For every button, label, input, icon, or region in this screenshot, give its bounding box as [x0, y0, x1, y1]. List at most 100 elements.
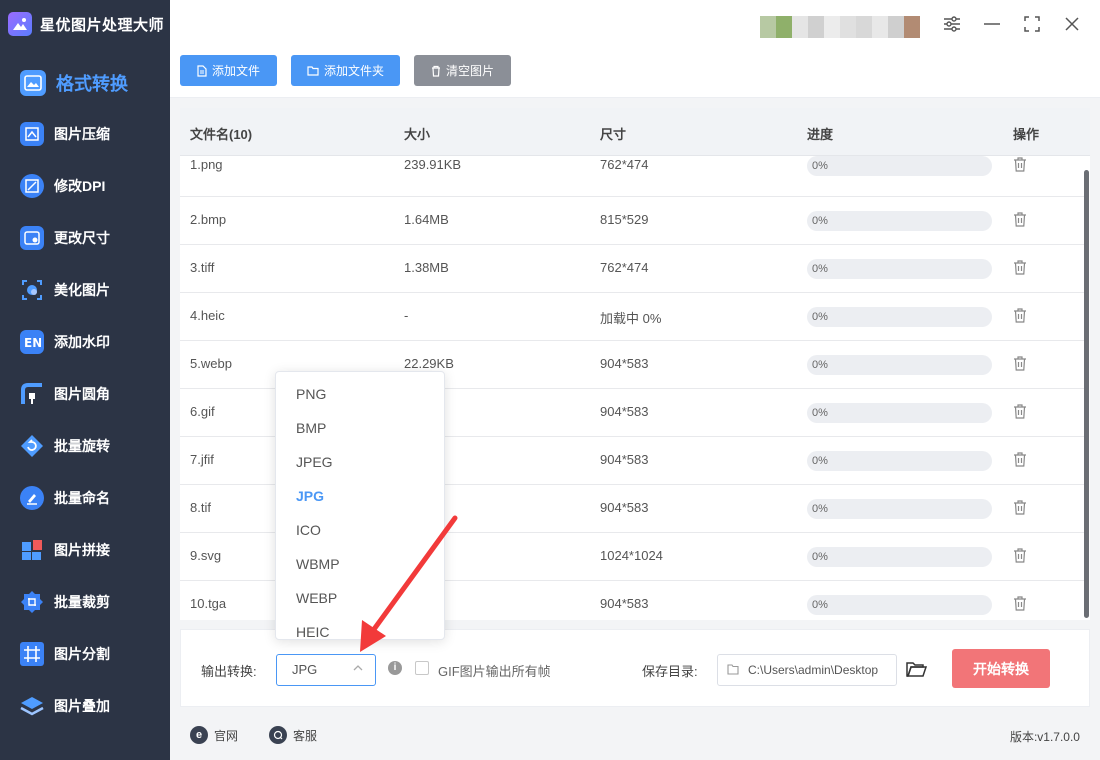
header-action: 操作	[1013, 127, 1040, 142]
cell-dimensions: 1024*1024	[600, 548, 663, 563]
close-icon[interactable]	[1060, 12, 1084, 36]
sidebar-item-resize[interactable]: 更改尺寸	[0, 212, 170, 264]
cell-filename: 10.tga	[190, 596, 227, 611]
cell-filename: 7.jfif	[190, 452, 214, 467]
sidebar-item-crop[interactable]: 批量裁剪	[0, 576, 170, 628]
header-filename: 文件名(10)	[190, 127, 253, 142]
sidebar-item-beautify[interactable]: 美化图片	[0, 264, 170, 316]
delete-icon[interactable]	[1013, 595, 1027, 611]
table-row[interactable]: 4.heic - 加载中 0% 0%	[180, 293, 1086, 341]
cell-filename: 8.tif	[190, 500, 211, 515]
save-dir-input[interactable]: C:\Users\admin\Desktop	[717, 654, 897, 686]
sidebar-item-label: 美化图片	[54, 282, 110, 298]
table-row[interactable]: 2.bmp 1.64MB 815*529 0%	[180, 197, 1086, 245]
progress-bar: 0%	[807, 307, 992, 327]
dropdown-option[interactable]: WBMP	[296, 556, 340, 572]
delete-icon[interactable]	[1013, 156, 1027, 172]
support-link[interactable]: 客服	[269, 726, 317, 744]
delete-icon[interactable]	[1013, 451, 1027, 467]
delete-icon[interactable]	[1013, 307, 1027, 323]
sidebar-item-label: 更改尺寸	[54, 230, 110, 246]
sidebar-item-label: 批量旋转	[54, 438, 110, 454]
dropdown-option[interactable]: JPG	[296, 488, 324, 504]
info-icon[interactable]: i	[388, 661, 402, 675]
cell-size: 22.29KB	[404, 356, 454, 371]
header-size: 大小	[404, 127, 431, 142]
rename-icon	[20, 486, 44, 510]
cell-size: 1.64MB	[404, 212, 449, 227]
add-folder-button[interactable]: 添加文件夹	[291, 55, 400, 86]
save-dir-label: 保存目录:	[642, 664, 698, 679]
progress-bar: 0%	[807, 547, 992, 567]
toolbar: 添加文件 添加文件夹 清空图片	[170, 48, 1100, 98]
dropdown-option[interactable]: ICO	[296, 522, 321, 538]
sidebar-item-split[interactable]: 图片分割	[0, 628, 170, 680]
website-label: 官网	[214, 728, 239, 743]
cell-size: -	[404, 308, 409, 323]
save-dir-value: C:\Users\admin\Desktop	[748, 663, 879, 677]
layers-icon	[20, 694, 44, 718]
image-convert-icon	[20, 70, 46, 96]
user-avatar[interactable]	[760, 16, 920, 38]
title-bar	[170, 0, 1100, 48]
puzzle-icon	[20, 538, 44, 562]
file-icon	[197, 64, 207, 77]
progress-bar: 0%	[807, 355, 992, 375]
clear-images-label: 清空图片	[445, 64, 494, 78]
progress-bar: 0%	[807, 403, 992, 423]
chat-icon	[269, 726, 287, 744]
dropdown-option[interactable]: WEBP	[296, 590, 337, 606]
dpi-icon	[20, 174, 44, 198]
sidebar-item-round-corner[interactable]: 图片圆角	[0, 368, 170, 420]
cell-dimensions: 904*583	[600, 356, 649, 371]
cell-filename: 3.tiff	[190, 260, 215, 275]
sidebar-item-layers[interactable]: 图片叠加	[0, 680, 170, 732]
sidebar-item-puzzle[interactable]: 图片拼接	[0, 524, 170, 576]
table-scrollbar[interactable]	[1084, 170, 1089, 618]
dropdown-option[interactable]: PNG	[296, 386, 326, 402]
footer: e 官网 客服 版本:v1.7.0.0	[170, 710, 1100, 760]
maximize-icon[interactable]	[1020, 12, 1044, 36]
gif-frames-checkbox[interactable]	[415, 661, 429, 675]
add-file-button[interactable]: 添加文件	[180, 55, 277, 86]
clear-images-button[interactable]: 清空图片	[414, 55, 511, 86]
sidebar-item-label: 批量命名	[54, 490, 110, 506]
open-folder-icon[interactable]	[905, 658, 927, 680]
output-settings-bar: 输出转换: JPG i GIF图片输出所有帧 保存目录: C:\Users\ad…	[180, 629, 1090, 707]
sidebar-item-compress[interactable]: 图片压缩	[0, 108, 170, 160]
chevron-up-icon	[353, 665, 363, 671]
minimize-icon[interactable]	[980, 12, 1004, 36]
delete-icon[interactable]	[1013, 499, 1027, 515]
rotate-icon	[20, 434, 44, 458]
dropdown-option[interactable]: HEIC	[296, 624, 329, 639]
sidebar-item-label: 格式转换	[56, 74, 128, 94]
settings-sliders-icon[interactable]	[940, 12, 964, 36]
sidebar-item-label: 图片圆角	[54, 386, 110, 402]
dropdown-option[interactable]: BMP	[296, 420, 326, 436]
sidebar-item-label: 添加水印	[54, 334, 110, 350]
sidebar-item-watermark[interactable]: EN 添加水印	[0, 316, 170, 368]
delete-icon[interactable]	[1013, 259, 1027, 275]
dropdown-option[interactable]: JPEG	[296, 454, 333, 470]
delete-icon[interactable]	[1013, 547, 1027, 563]
version-text: 版本:v1.7.0.0	[1009, 730, 1080, 744]
sidebar-item-label: 修改DPI	[54, 178, 106, 194]
sidebar-item-rename[interactable]: 批量命名	[0, 472, 170, 524]
table-row[interactable]: 3.tiff 1.38MB 762*474 0%	[180, 245, 1086, 293]
app-name: 星优图片处理大师	[40, 16, 165, 34]
website-link[interactable]: e 官网	[190, 726, 238, 744]
sidebar-item-format-convert[interactable]: 格式转换	[0, 57, 170, 109]
sidebar-item-label: 图片压缩	[54, 126, 110, 142]
progress-bar: 0%	[807, 156, 992, 176]
sidebar: 星优图片处理大师 格式转换 图片压缩 修改DPI 更改尺寸 美化图片 EN 添加…	[0, 0, 170, 760]
cell-dimensions: 加载中 0%	[600, 311, 662, 326]
cell-dimensions: 762*474	[600, 157, 649, 172]
output-format-select[interactable]: JPG	[276, 654, 376, 686]
delete-icon[interactable]	[1013, 211, 1027, 227]
sidebar-item-rotate[interactable]: 批量旋转	[0, 420, 170, 472]
table-row[interactable]: 1.png 239.91KB 762*474 0%	[180, 149, 1086, 197]
sidebar-item-dpi[interactable]: 修改DPI	[0, 160, 170, 212]
delete-icon[interactable]	[1013, 403, 1027, 419]
delete-icon[interactable]	[1013, 355, 1027, 371]
start-convert-button[interactable]: 开始转换	[952, 649, 1050, 688]
